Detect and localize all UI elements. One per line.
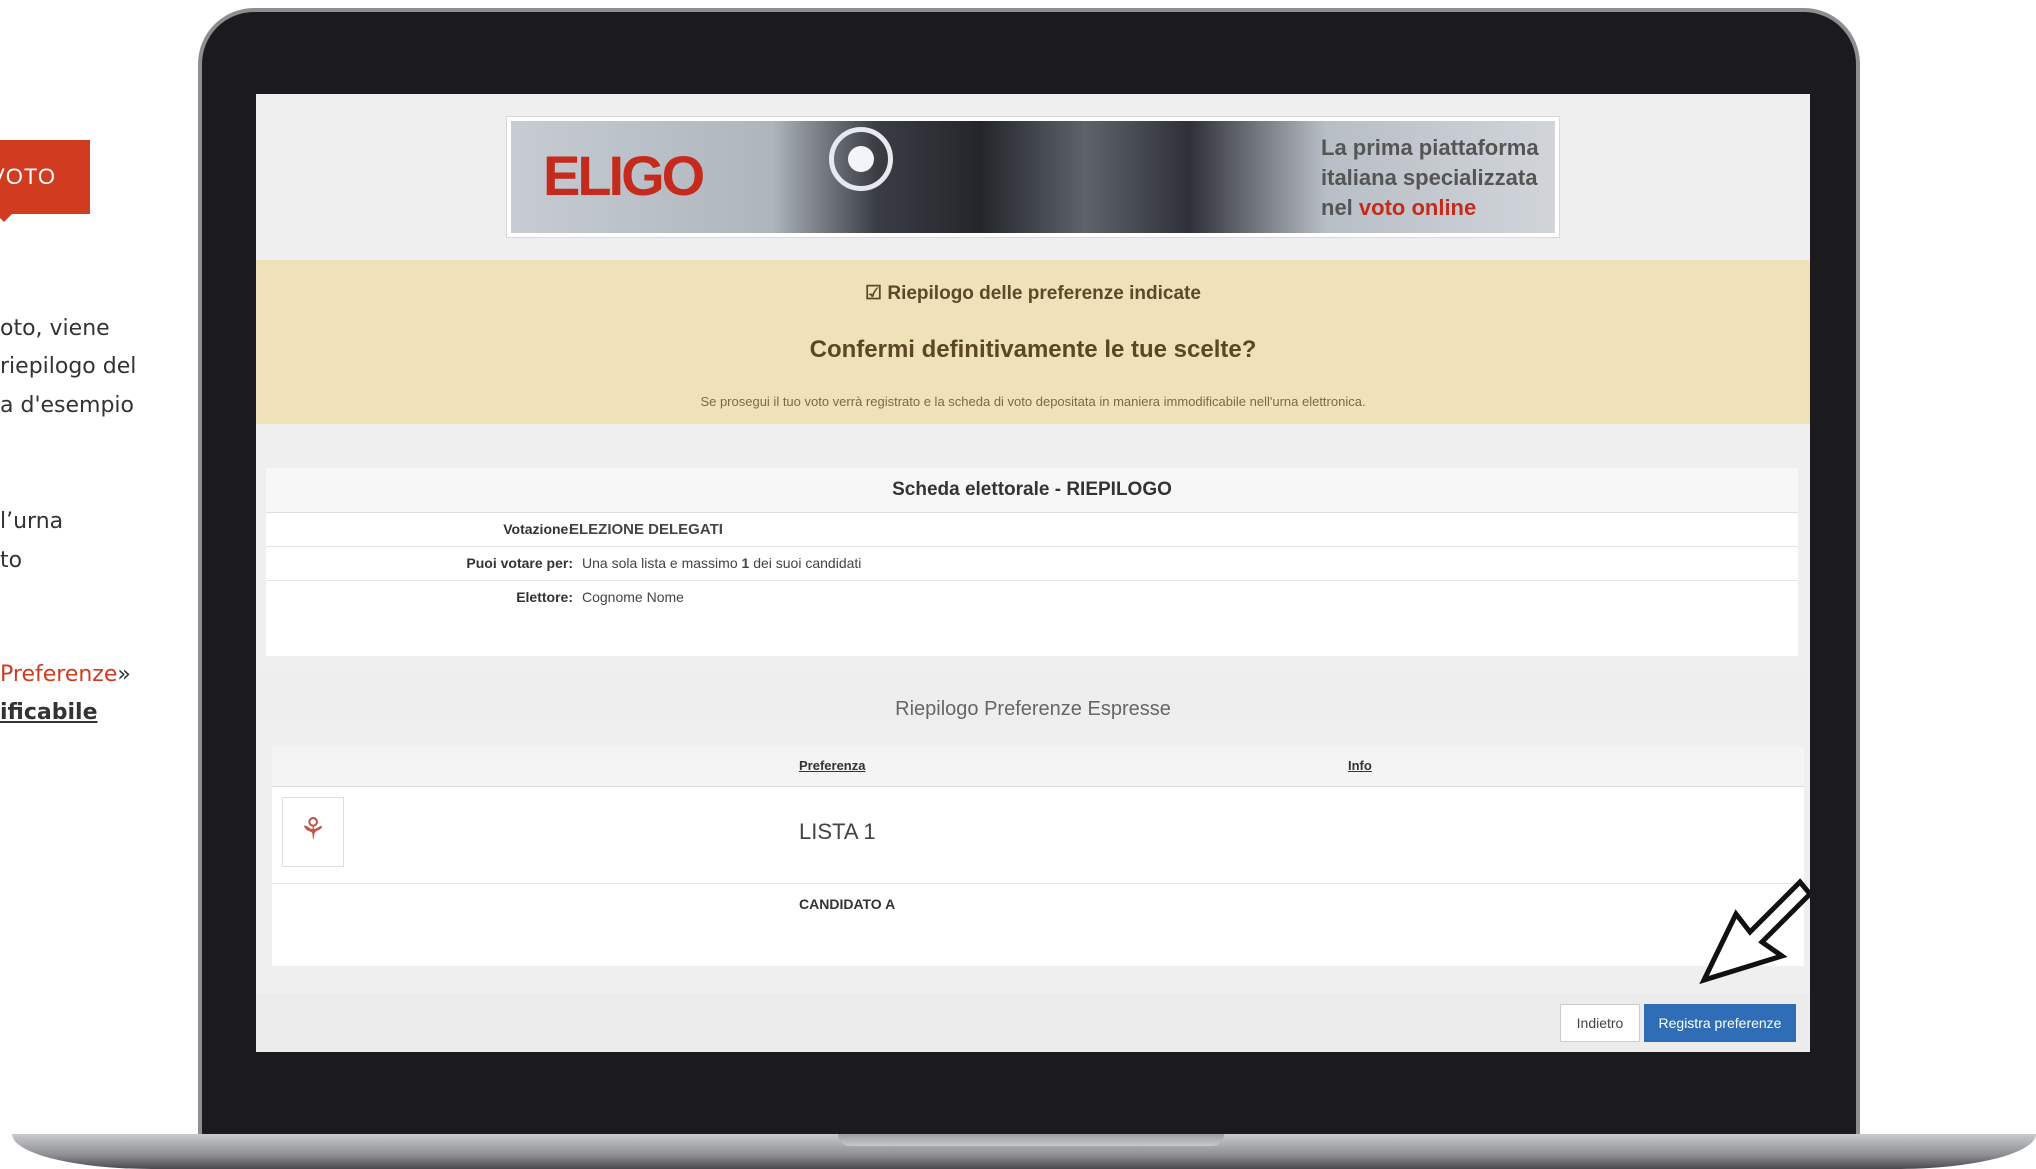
- tagline-line-3: nel voto online: [1321, 193, 1539, 223]
- row-value: ELEZIONE DELEGATI: [569, 521, 723, 538]
- laptop-screen: ELIGO La prima piattaforma italiana spec…: [256, 94, 1810, 1052]
- ballot-row-votazione: Votazione: ELEZIONE DELEGATI: [266, 513, 1798, 547]
- eligo-logo: ELIGO: [543, 144, 705, 207]
- preferenze-highlight: Preferenze: [0, 662, 118, 687]
- row-value: Una sola lista e massimo 1 dei suoi cand…: [582, 555, 861, 571]
- banner-tagline: La prima piattaforma italiana specializz…: [1321, 133, 1539, 223]
- list-name: LISTA 1: [799, 819, 876, 844]
- list-symbol-icon: ⚘: [299, 813, 327, 846]
- tutorial-line-5: to: [0, 548, 23, 573]
- back-button[interactable]: Indietro: [1560, 1004, 1640, 1042]
- ballot-summary-card: Scheda elettorale - RIEPILOGO Votazione:…: [266, 468, 1798, 656]
- col-preferenza[interactable]: Preferenza: [799, 758, 865, 773]
- confirmation-question: Confermi definitivamente le tue scelte?: [809, 336, 1257, 363]
- laptop-notch: [838, 1134, 1224, 1146]
- col-info[interactable]: Info: [1348, 758, 1372, 773]
- tagline-line-1: La prima piattaforma: [1321, 135, 1539, 160]
- row-key: Elettore:: [516, 589, 573, 605]
- row-value-suffix: dei suoi candidati: [749, 555, 862, 571]
- tutorial-line-3: a d'esempio: [0, 393, 134, 418]
- tutorial-line-2: riepilogo del: [0, 354, 137, 379]
- touch-icon: [829, 127, 893, 191]
- tagline-prefix: nel: [1321, 195, 1359, 220]
- table-row: ⚘ LISTA 1: [272, 787, 1804, 884]
- tutorial-line-7: ificabile: [0, 700, 98, 725]
- ballot-row-elettore: Elettore: Cognome Nome: [266, 581, 1798, 614]
- tagline-line-2: italiana specializzata: [1321, 165, 1538, 190]
- save-preferences-button[interactable]: Registra preferenze: [1644, 1004, 1796, 1042]
- row-key: Puoi votare per:: [466, 555, 573, 571]
- row-value-prefix: Una sola lista e massimo: [582, 555, 742, 571]
- list-logo: ⚘: [282, 797, 344, 867]
- tagline-red: voto online: [1358, 195, 1477, 220]
- ballot-title: Scheda elettorale - RIEPILOGO: [266, 468, 1798, 513]
- preferenze-tail: »: [117, 662, 131, 687]
- candidate-name: CANDIDATO A: [799, 896, 896, 912]
- preferences-table: Preferenza Info ⚘ LISTA 1 CANDIDATO A: [272, 746, 1804, 966]
- tutorial-line-6: Preferenze»: [0, 662, 131, 687]
- confirmation-panel: ☑ Riepilogo delle preferenze indicate Co…: [256, 260, 1810, 424]
- tutorial-line-4: l’urna: [0, 509, 64, 534]
- row-key: Votazione:: [503, 521, 573, 537]
- preferences-summary-header: Riepilogo Preferenze Espresse: [256, 674, 1810, 722]
- table-row: CANDIDATO A: [272, 884, 1804, 964]
- tutorial-text-panel: VOTO oto, viene riepilogo del a d'esempi…: [0, 0, 200, 1169]
- row-value: Cognome Nome: [582, 589, 684, 605]
- tutorial-line-1: oto, viene: [0, 316, 110, 341]
- confirmation-note: Se prosegui il tuo voto verrà registrato…: [700, 394, 1366, 409]
- voto-tag: VOTO: [0, 140, 90, 222]
- banner-image: ELIGO La prima piattaforma italiana spec…: [511, 121, 1555, 233]
- pointer-arrow-icon: [1699, 878, 1810, 985]
- action-bar: Indietro Registra preferenze: [256, 994, 1810, 1052]
- table-header: Preferenza Info: [272, 746, 1804, 787]
- confirmation-header: ☑ Riepilogo delle preferenze indicate: [865, 283, 1201, 304]
- ballot-row-puoi-votare: Puoi votare per: Una sola lista e massim…: [266, 547, 1798, 581]
- eligo-banner: ELIGO La prima piattaforma italiana spec…: [506, 116, 1560, 238]
